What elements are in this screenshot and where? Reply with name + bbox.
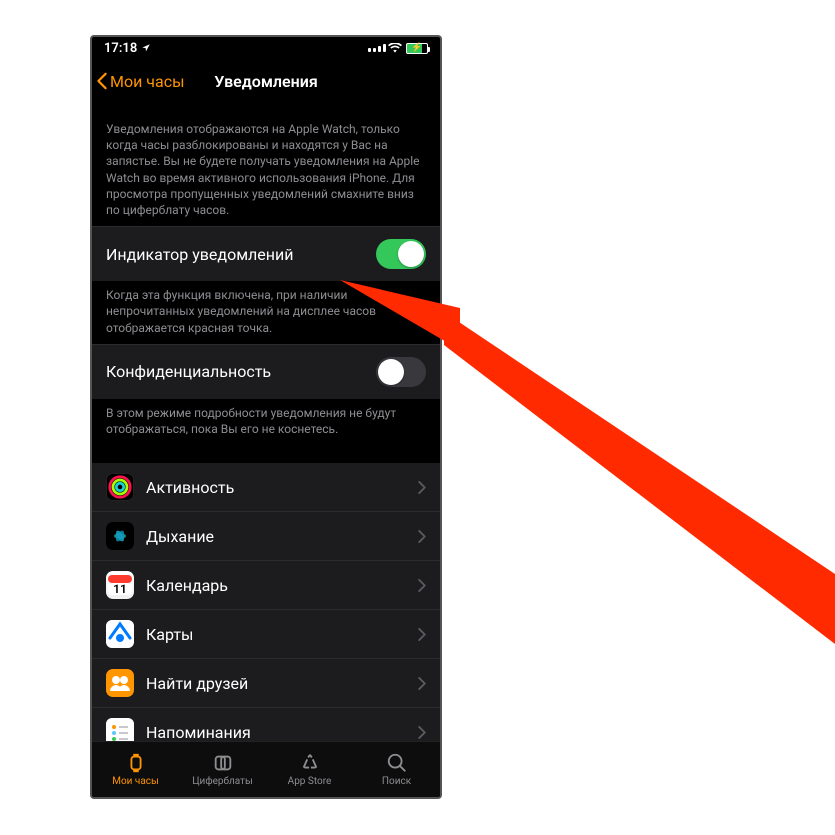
chevron-right-icon — [418, 628, 426, 641]
calendar-icon: 11 — [106, 571, 134, 599]
chevron-right-icon — [418, 579, 426, 592]
footer-notification-indicator: Когда эта функция включена, при наличии … — [92, 281, 440, 344]
phone-frame: 17:18 ⚡ Мои часы Уведомления Уведомления… — [90, 35, 442, 799]
app-list: Активность Дыхание 11 Календарь Карты Найти д… — [92, 463, 440, 741]
wifi-icon — [388, 43, 402, 53]
appstore-icon — [299, 752, 321, 774]
app-row-calendar[interactable]: 11 Календарь — [92, 560, 440, 609]
watch-icon — [125, 752, 147, 774]
cell-privacy[interactable]: Конфиденциальность — [92, 344, 440, 399]
signal-icon — [368, 44, 386, 52]
chevron-right-icon — [418, 677, 426, 690]
navbar: Мои часы Уведомления — [92, 59, 440, 103]
toggle-privacy[interactable] — [376, 357, 426, 387]
footer-privacy: В этом режиме подробности уведомления не… — [92, 399, 440, 445]
tab-label: Мои часы — [112, 776, 159, 787]
status-bar: 17:18 ⚡ — [92, 37, 440, 59]
cell-label: Конфиденциальность — [106, 362, 376, 381]
cell-notification-indicator[interactable]: Индикатор уведомлений — [92, 226, 440, 281]
chevron-right-icon — [418, 481, 426, 494]
back-label: Мои часы — [110, 72, 185, 91]
content-scroll[interactable]: Уведомления отображаются на Apple Watch,… — [92, 103, 440, 741]
app-row-maps[interactable]: Карты — [92, 609, 440, 658]
status-time: 17:18 — [104, 41, 137, 56]
tab-search[interactable]: Поиск — [353, 742, 440, 797]
activity-icon — [106, 473, 134, 501]
search-icon — [386, 752, 408, 774]
chevron-right-icon — [418, 530, 426, 543]
app-label: Карты — [146, 625, 418, 644]
cell-label: Индикатор уведомлений — [106, 245, 376, 264]
app-row-friends[interactable]: Найти друзей — [92, 658, 440, 707]
app-row-breathe[interactable]: Дыхание — [92, 511, 440, 560]
intro-description: Уведомления отображаются на Apple Watch,… — [92, 103, 440, 226]
app-label: Календарь — [146, 576, 418, 595]
maps-icon — [106, 620, 134, 648]
reminders-icon — [106, 718, 134, 741]
tab-watch[interactable]: Мои часы — [92, 742, 179, 797]
tab-label: Циферблаты — [192, 776, 253, 787]
tab-appstore[interactable]: App Store — [266, 742, 353, 797]
app-row-reminders[interactable]: Напоминания — [92, 707, 440, 741]
chevron-left-icon — [96, 72, 108, 90]
tab-label: App Store — [288, 776, 332, 787]
breathe-icon — [106, 522, 134, 550]
chevron-right-icon — [418, 726, 426, 739]
svg-text:11: 11 — [113, 582, 127, 596]
app-label: Активность — [146, 478, 418, 497]
toggle-notification-indicator[interactable] — [376, 239, 426, 269]
app-label: Найти друзей — [146, 674, 418, 693]
app-label: Напоминания — [146, 723, 418, 741]
tab-faces[interactable]: Циферблаты — [179, 742, 266, 797]
tab-bar: Мои часы Циферблаты App Store Поиск — [92, 741, 440, 797]
battery-icon: ⚡ — [406, 43, 428, 54]
faces-icon — [212, 752, 234, 774]
tab-label: Поиск — [382, 776, 411, 787]
location-icon — [141, 43, 151, 53]
back-button[interactable]: Мои часы — [96, 72, 185, 91]
app-row-activity[interactable]: Активность — [92, 463, 440, 511]
app-label: Дыхание — [146, 527, 418, 546]
friends-icon — [106, 669, 134, 697]
